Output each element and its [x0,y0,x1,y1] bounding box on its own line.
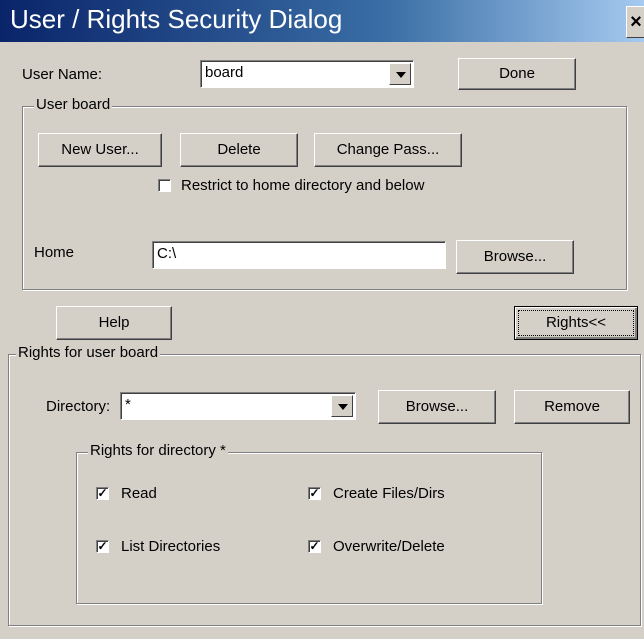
chevron-down-icon[interactable] [331,395,353,417]
rights-toggle-button[interactable]: Rights<< [514,306,638,340]
read-label: Read [121,485,157,502]
new-user-label: New User... [61,141,139,158]
delete-label: Delete [217,141,261,158]
create-files-label: Create Files/Dirs [333,485,445,502]
directory-browse-label: Browse... [405,398,469,415]
read-checkbox[interactable]: ✓ [96,487,109,500]
overwrite-delete-checkbox[interactable]: ✓ [308,540,321,553]
home-path-value: C:\ [157,245,177,262]
home-browse-label: Browse... [483,248,547,265]
user-name-label: User Name: [22,66,103,83]
directory-value: * [125,396,131,413]
help-button[interactable]: Help [56,306,172,340]
window-title: User / Rights Security Dialog [10,4,343,34]
change-pass-label: Change Pass... [336,141,440,158]
user-name-dropdown[interactable]: board [200,60,414,88]
home-path-input[interactable]: C:\ [152,241,446,269]
rights-group-legend: Rights for user board [16,344,161,361]
chevron-down-icon[interactable] [389,63,411,85]
remove-label: Remove [544,398,600,415]
user-name-value: board [205,64,244,81]
rights-toggle-label: Rights<< [518,310,634,336]
directory-label: Directory: [46,398,111,415]
list-directories-checkbox[interactable]: ✓ [96,540,109,553]
directory-dropdown[interactable]: * [120,392,356,420]
list-directories-label: List Directories [121,538,221,555]
delete-button[interactable]: Delete [180,133,298,167]
dir-rights-group [76,452,542,604]
directory-browse-button[interactable]: Browse... [378,390,496,424]
remove-button[interactable]: Remove [514,390,630,424]
new-user-button[interactable]: New User... [38,133,162,167]
home-label: Home [34,244,75,261]
help-label: Help [98,314,130,331]
change-pass-button[interactable]: Change Pass... [314,133,462,167]
user-group-legend: User board [34,96,113,113]
dir-rights-legend: Rights for directory * [88,442,228,459]
restrict-checkbox[interactable] [158,179,171,192]
done-button[interactable]: Done [458,58,576,90]
close-button[interactable]: × [626,6,644,38]
title-bar: User / Rights Security Dialog × [0,0,644,42]
restrict-label: Restrict to home directory and below [181,177,425,194]
done-button-label: Done [499,65,535,82]
create-files-checkbox[interactable]: ✓ [308,487,321,500]
overwrite-delete-label: Overwrite/Delete [333,538,445,555]
home-browse-button[interactable]: Browse... [456,240,574,274]
